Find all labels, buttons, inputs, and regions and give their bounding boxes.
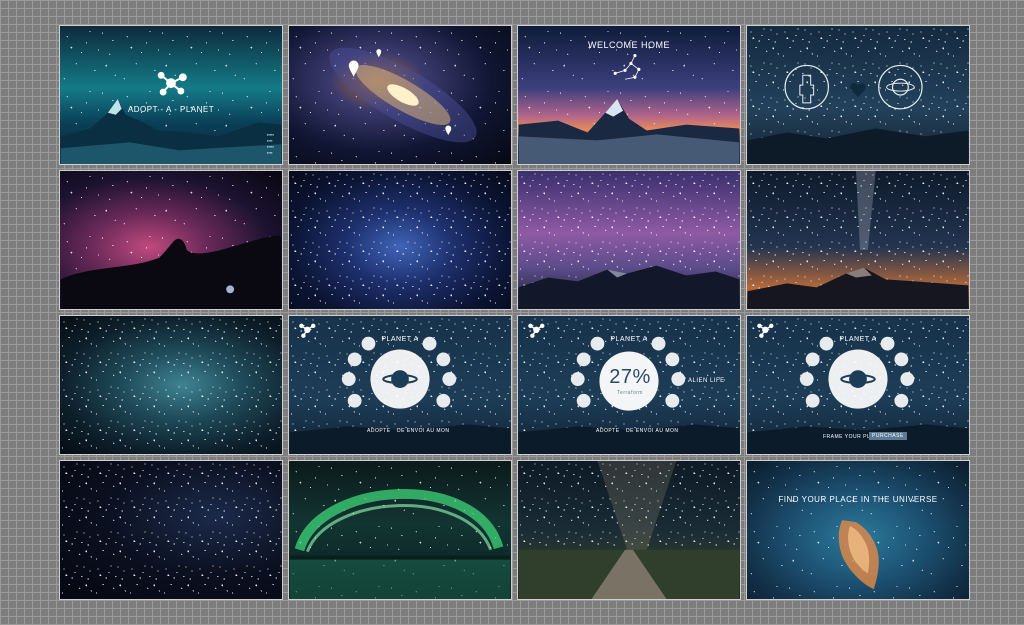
- aurora-arc: [289, 489, 511, 599]
- adopt-label[interactable]: ADOPTE: [367, 428, 391, 434]
- road-landscape: [518, 461, 740, 599]
- tile-purple-sky-mountains[interactable]: [517, 170, 741, 310]
- tile-planet-love[interactable]: [746, 25, 970, 165]
- tile-planet-menu[interactable]: PLANET A ADOPTE DE ENVOI AU MON: [288, 315, 512, 455]
- tile-night-road[interactable]: [517, 460, 741, 600]
- pillar-nebula: [838, 520, 879, 590]
- tile-find-your-place[interactable]: FIND YOUR PLACE IN THE UNIVERSE: [746, 460, 970, 600]
- planet-title: PLANET A: [610, 336, 648, 343]
- adopt-label[interactable]: ADOPTE: [596, 428, 620, 434]
- tile-adopt-a-planet[interactable]: ADOPT - A - PLANET ▪▪▪▪▪ ▪▪▪▪ ▪▪▪▪▪ ▪▪▪▪: [59, 25, 283, 165]
- menu-item[interactable]: ▪▪▪▪: [267, 150, 274, 156]
- galaxy-illustration: [329, 47, 477, 143]
- tile-aurora[interactable]: [288, 460, 512, 600]
- send-label[interactable]: DE ENVOI AU MON: [397, 428, 450, 434]
- thumbnail-grid: ADOPT - A - PLANET ▪▪▪▪▪ ▪▪▪▪ ▪▪▪▪▪ ▪▪▪▪…: [59, 25, 970, 600]
- tile-blue-starfield[interactable]: [288, 170, 512, 310]
- astronaut-heart-planet-icons: [747, 64, 969, 164]
- mountain-range: [518, 265, 740, 309]
- tile-milky-way-dawn[interactable]: [746, 170, 970, 310]
- brand-title: ADOPT - A - PLANET: [127, 105, 215, 114]
- side-menu: ▪▪▪▪▪ ▪▪▪▪ ▪▪▪▪▪ ▪▪▪▪: [267, 132, 274, 156]
- planet-title: PLANET A: [381, 336, 419, 343]
- progress-sublabel: Terraform: [617, 390, 643, 396]
- mountain-range: [747, 171, 969, 309]
- tile-horsehead-nebula[interactable]: [59, 170, 283, 310]
- tile-planet-purchase[interactable]: PLANET A FRAME YOUR PLANET PURCHASE: [746, 315, 970, 455]
- purchase-button[interactable]: PURCHASE: [869, 432, 907, 440]
- tile-dark-starfield[interactable]: [59, 460, 283, 600]
- constellation-icon: [518, 53, 740, 164]
- nebula-silhouette: [60, 235, 282, 309]
- planet-title: PLANET A: [839, 336, 877, 343]
- tile-cyan-nebula[interactable]: [59, 315, 283, 455]
- tile-welcome-home[interactable]: WELCOME HOME: [517, 25, 741, 165]
- alien-life-label: ALIEN LIFE: [688, 378, 725, 384]
- tile-planet-progress[interactable]: PLANET A 27% Terraform ALIEN LIFE ADOPTE…: [517, 315, 741, 455]
- universe-headline: FIND YOUR PLACE IN THE UNIVERSE: [778, 495, 938, 504]
- progress-percent: 27%: [609, 366, 651, 388]
- molecule-logo-icon: [157, 71, 187, 96]
- send-label[interactable]: DE ENVOI AU MON: [626, 428, 679, 434]
- tile-galaxy-map[interactable]: [288, 25, 512, 165]
